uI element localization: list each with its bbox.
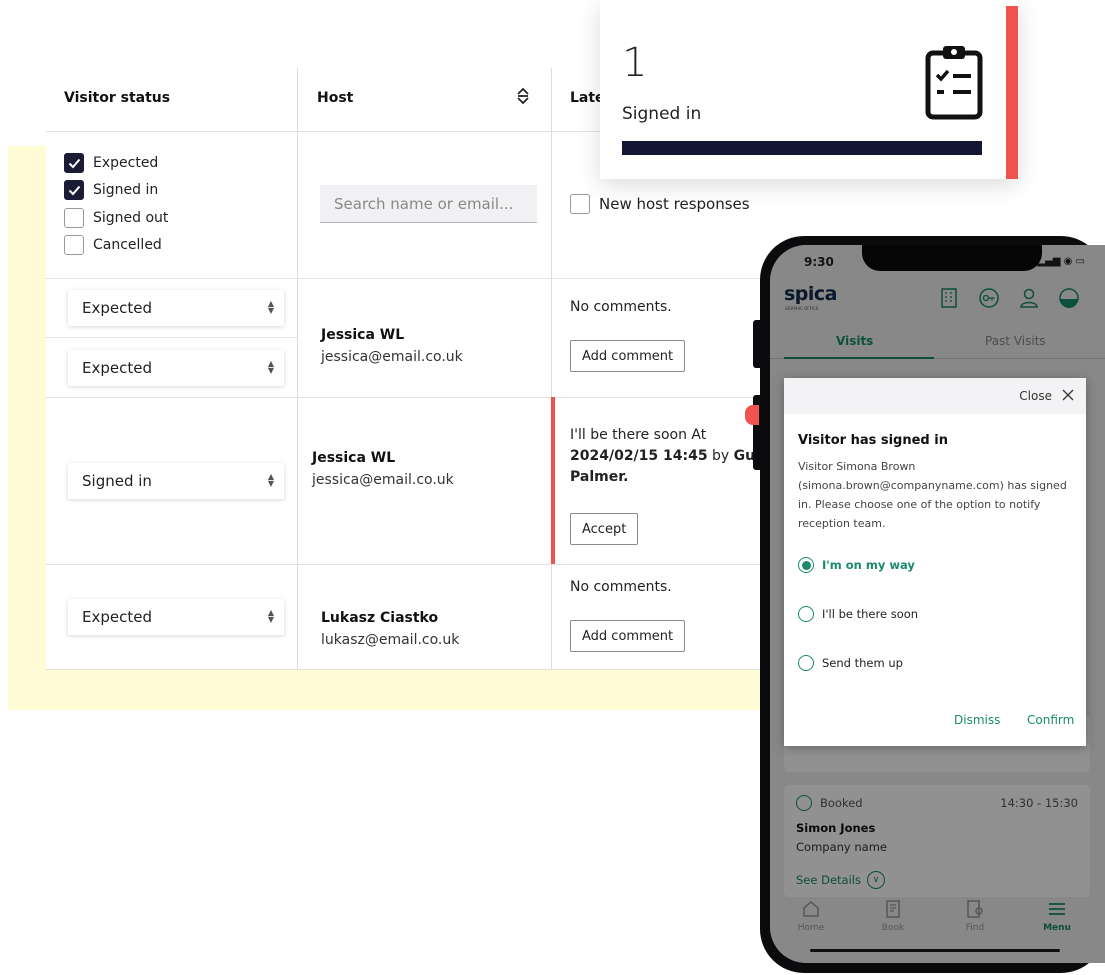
filter-signed-in[interactable]: Signed in [64, 180, 158, 200]
accept-button[interactable]: Accept [570, 513, 639, 545]
signed-in-stat-card: 1 Signed in [600, 0, 1018, 179]
dismiss-button[interactable]: Dismiss [954, 713, 1000, 727]
radio-button[interactable] [798, 655, 814, 671]
checkbox[interactable] [570, 194, 590, 214]
accent-stripe [1006, 6, 1018, 179]
comment-author: Palmer. [570, 469, 629, 485]
search-input[interactable]: Search name or email... [320, 185, 537, 223]
option-label: I'm on my way [822, 558, 915, 572]
close-icon[interactable] [1062, 389, 1074, 401]
confirm-button[interactable]: Confirm [1027, 713, 1074, 727]
add-comment-button[interactable]: Add comment [570, 340, 686, 372]
host-name: Jessica WL [321, 327, 405, 343]
comment-text: No comments. [570, 579, 672, 595]
check-icon [68, 158, 80, 168]
status-select[interactable]: Signed in ▲ ▼ [68, 463, 284, 499]
signed-in-label: Signed in [622, 104, 702, 124]
comment-text: I'll be there soon At 2024/02/15 14:45 b… [570, 425, 770, 488]
filter-cancelled[interactable]: Cancelled [64, 235, 162, 255]
comment-text: No comments. [570, 299, 672, 315]
filter-label: Expected [93, 155, 159, 171]
modal-header: Close [784, 378, 1086, 414]
visitor-signed-in-modal: Close Visitor has signed in Visitor Simo… [784, 378, 1086, 746]
notification-badge [745, 405, 759, 425]
select-value: Expected [82, 608, 152, 626]
filter-label: Signed out [93, 210, 169, 226]
add-comment-button[interactable]: Add comment [570, 620, 686, 652]
filter-label: Cancelled [93, 237, 162, 253]
radio-button[interactable] [798, 606, 814, 622]
filter-expected[interactable]: Expected [64, 153, 158, 173]
column-divider [297, 68, 298, 670]
host-name: Jessica WL [312, 450, 396, 466]
signed-in-count: 1 [622, 40, 648, 86]
select-arrows-icon: ▲ ▼ [267, 359, 274, 375]
comment-date: 2024/02/15 14:45 [570, 448, 708, 464]
option-send-up[interactable]: Send them up [798, 655, 903, 671]
row-divider [46, 278, 804, 279]
clipboard-checklist-icon [925, 46, 983, 120]
header-host[interactable]: Host [317, 90, 353, 106]
select-value: Expected [82, 359, 152, 377]
status-select[interactable]: Expected ▲ ▼ [68, 290, 284, 326]
header-visitor-status: Visitor status [64, 90, 171, 106]
host-email: lukasz@email.co.uk [321, 632, 460, 648]
option-label: I'll be there soon [822, 607, 919, 621]
select-value: Signed in [82, 472, 152, 490]
row-divider [46, 397, 804, 398]
filter-label: New host responses [599, 195, 750, 213]
option-on-my-way[interactable]: I'm on my way [798, 557, 915, 573]
checkbox[interactable] [64, 235, 84, 255]
host-email: jessica@email.co.uk [312, 472, 454, 488]
check-icon [68, 185, 80, 195]
modal-message: Visitor Simona Brown (simona.brown@compa… [798, 460, 1067, 530]
column-divider [551, 68, 552, 670]
select-arrows-icon: ▲ ▼ [267, 608, 274, 624]
alert-indicator [551, 397, 555, 564]
checkbox[interactable] [64, 180, 84, 200]
row-divider [46, 337, 297, 338]
host-name: Lukasz Ciastko [321, 610, 439, 626]
status-select[interactable]: Expected ▲ ▼ [68, 599, 284, 635]
select-arrows-icon: ▲ ▼ [267, 472, 274, 488]
row-divider [46, 564, 804, 565]
filter-new-host-responses[interactable]: New host responses [570, 194, 750, 214]
filter-label: Signed in [93, 182, 159, 198]
select-arrows-icon: ▲ ▼ [267, 299, 274, 315]
comment-prefix: I'll be there soon At [570, 427, 707, 443]
select-value: Expected [82, 299, 152, 317]
sort-icon[interactable] [516, 87, 530, 105]
host-email: jessica@email.co.uk [321, 349, 463, 365]
progress-bar [622, 141, 982, 155]
radio-button[interactable] [798, 557, 814, 573]
row-divider [46, 669, 804, 670]
checkbox[interactable] [64, 153, 84, 173]
close-button[interactable]: Close [1019, 389, 1052, 403]
filter-signed-out[interactable]: Signed out [64, 208, 168, 228]
status-select[interactable]: Expected ▲ ▼ [68, 350, 284, 386]
modal-title: Visitor has signed in [798, 433, 948, 448]
comment-by: by [712, 448, 730, 464]
option-there-soon[interactable]: I'll be there soon [798, 606, 918, 622]
option-label: Send them up [822, 656, 903, 670]
checkbox[interactable] [64, 208, 84, 228]
